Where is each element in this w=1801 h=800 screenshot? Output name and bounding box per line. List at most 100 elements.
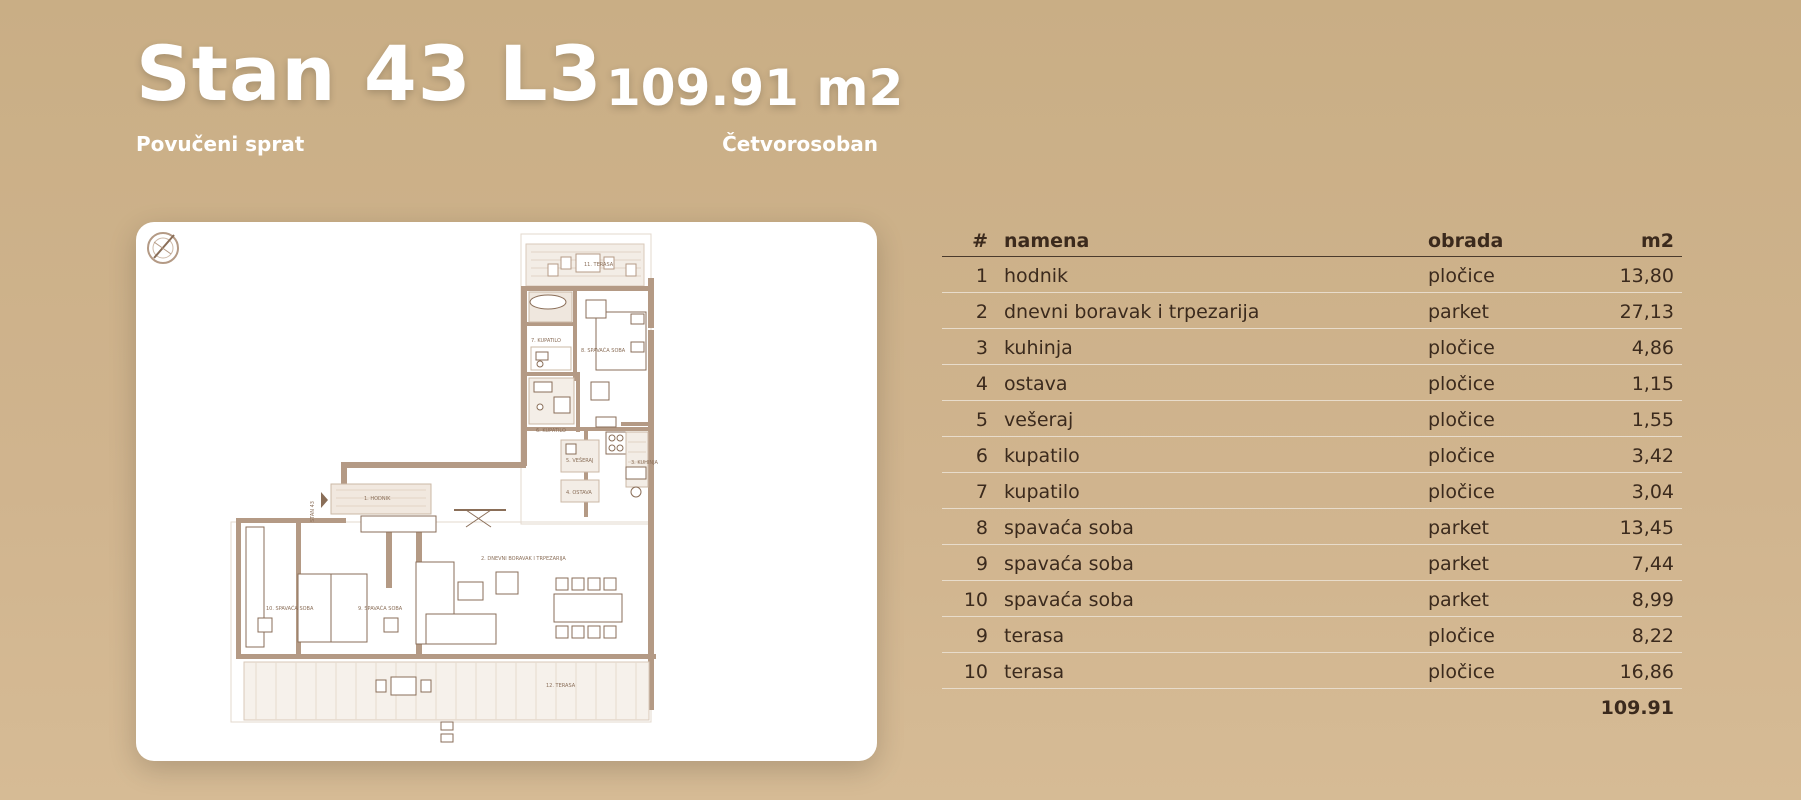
compass-icon — [147, 232, 179, 264]
table-row: 4 ostava pločice 1,15 — [942, 364, 1682, 401]
row-namena: kuhinja — [996, 328, 1420, 365]
svg-text:7. KUPATILO: 7. KUPATILO — [531, 338, 561, 344]
svg-text:3. KUHINJA: 3. KUHINJA — [631, 460, 659, 466]
row-m2: 8,22 — [1576, 616, 1682, 653]
table-row: 7 kupatilo pločice 3,04 — [942, 472, 1682, 509]
row-m2: 8,99 — [1576, 580, 1682, 617]
hallway-1: 1. HODNIK STAN 43 — [310, 483, 437, 533]
row-obrada: pločice — [1420, 616, 1576, 653]
row-num: 3 — [942, 328, 996, 365]
row-obrada: pločice — [1420, 328, 1576, 365]
row-namena: spavaća soba — [996, 508, 1420, 545]
terrace-11: 11. TERASA — [525, 243, 645, 287]
room-table: # namena obrada m2 1 hodnik pločice 13,80 2… — [942, 222, 1682, 724]
row-m2: 1,15 — [1576, 364, 1682, 401]
total-empty-obrada — [1420, 689, 1576, 725]
svg-text:6. KUPATILO: 6. KUPATILO — [536, 428, 566, 434]
row-m2: 13,80 — [1576, 256, 1682, 293]
col-header-obrada: obrada — [1420, 222, 1576, 257]
room-count-label: Četvorosoban — [722, 132, 878, 156]
row-num: 2 — [942, 292, 996, 329]
svg-text:12. TERASA: 12. TERASA — [546, 683, 576, 689]
row-m2: 3,42 — [1576, 436, 1682, 473]
row-namena: kupatilo — [996, 472, 1420, 509]
row-m2: 4,86 — [1576, 328, 1682, 365]
svg-text:5. VEŠERAJ: 5. VEŠERAJ — [566, 457, 593, 464]
row-namena: spavaća soba — [996, 580, 1420, 617]
svg-text:4. OSTAVA: 4. OSTAVA — [566, 490, 592, 496]
row-obrada: parket — [1420, 292, 1576, 329]
total-empty-namena — [996, 689, 1420, 725]
apartment-header: Stan 43 L3 109.91 m2 Povučeni sprat Četv… — [136, 28, 903, 168]
living-room-2: 2. DNEVNI BORAVAK I TRPEZARIJA — [415, 509, 623, 645]
row-obrada: pločice — [1420, 472, 1576, 509]
row-m2: 13,45 — [1576, 508, 1682, 545]
apartment-title: Stan 43 L3 — [136, 29, 603, 118]
table-row: 8 spavaća soba parket 13,45 — [942, 508, 1682, 545]
bedroom-10: 10. SPAVAĆA SOBA — [245, 526, 335, 648]
row-obrada: pločice — [1420, 400, 1576, 437]
row-num: 9 — [942, 544, 996, 581]
col-header-m2: m2 — [1576, 222, 1682, 257]
row-num: 10 — [942, 652, 996, 689]
svg-text:1. HODNIK: 1. HODNIK — [364, 496, 391, 502]
svg-text:11. TERASA: 11. TERASA — [584, 262, 614, 268]
bathroom-7: 7. KUPATILO — [528, 291, 573, 371]
row-namena: spavaća soba — [996, 544, 1420, 581]
svg-text:2. DNEVNI BORAVAK I TRPEZARIJA: 2. DNEVNI BORAVAK I TRPEZARIJA — [481, 556, 566, 562]
svg-text:9. SPAVAĆA SOBA: 9. SPAVAĆA SOBA — [358, 605, 403, 612]
row-m2: 16,86 — [1576, 652, 1682, 689]
row-m2: 3,04 — [1576, 472, 1682, 509]
terrace-12: 12. TERASA — [243, 661, 650, 743]
floor-label: Povučeni sprat — [136, 132, 305, 156]
row-namena: kupatilo — [996, 436, 1420, 473]
table-row: 1 hodnik pločice 13,80 — [942, 256, 1682, 293]
row-obrada: pločice — [1420, 436, 1576, 473]
bedroom-8: 8. SPAVAĆA SOBA — [581, 292, 647, 401]
floor-plan-card[interactable]: 11. TERASA 7. KUPATILO 6. KUPATILO 8. SP… — [136, 222, 877, 761]
row-namena: terasa — [996, 652, 1420, 689]
row-namena: vešeraj — [996, 400, 1420, 437]
floor-plan-drawing: 11. TERASA 7. KUPATILO 6. KUPATILO 8. SP… — [147, 232, 659, 743]
table-row: 10 terasa pločice 16,86 — [942, 652, 1682, 689]
row-obrada: pločice — [1420, 256, 1576, 293]
svg-text:STAN 43: STAN 43 — [310, 501, 316, 522]
row-num: 4 — [942, 364, 996, 401]
table-row: 9 terasa pločice 8,22 — [942, 616, 1682, 653]
row-num: 10 — [942, 580, 996, 617]
total-area: 109.91 — [1600, 697, 1674, 719]
table-row: 6 kupatilo pločice 3,42 — [942, 436, 1682, 473]
col-header-namena: namena — [996, 222, 1420, 257]
table-total-row: 109.91 — [942, 689, 1682, 725]
row-namena: hodnik — [996, 256, 1420, 293]
row-obrada: parket — [1420, 544, 1576, 581]
col-header-num: # — [942, 222, 996, 257]
row-namena: terasa — [996, 616, 1420, 653]
row-num: 5 — [942, 400, 996, 437]
table-header-row: # namena obrada m2 — [942, 222, 1682, 257]
row-obrada: parket — [1420, 580, 1576, 617]
row-namena: ostava — [996, 364, 1420, 401]
table-row: 9 spavaća soba parket 7,44 — [942, 544, 1682, 581]
row-obrada: pločice — [1420, 652, 1576, 689]
svg-text:8. SPAVAĆA SOBA: 8. SPAVAĆA SOBA — [581, 347, 626, 354]
bathroom-6: 6. KUPATILO — [528, 377, 575, 434]
table-row: 10 spavaća soba parket 8,99 — [942, 580, 1682, 617]
row-obrada: parket — [1420, 508, 1576, 545]
table-row: 2 dnevni boravak i trpezarija parket 27,13 — [942, 292, 1682, 329]
apartment-area: 109.91 m2 — [606, 59, 904, 117]
row-m2: 27,13 — [1576, 292, 1682, 329]
total-empty-num — [942, 689, 996, 725]
row-num: 9 — [942, 616, 996, 653]
row-num: 7 — [942, 472, 996, 509]
row-m2: 7,44 — [1576, 544, 1682, 581]
table-row: 5 vešeraj pločice 1,55 — [942, 400, 1682, 437]
room-table-wrapper: # namena obrada m2 1 hodnik pločice 13,80 2… — [942, 222, 1682, 724]
row-num: 8 — [942, 508, 996, 545]
row-namena: dnevni boravak i trpezarija — [996, 292, 1420, 329]
bedroom-9: 9. SPAVAĆA SOBA — [330, 573, 403, 643]
row-num: 1 — [942, 256, 996, 293]
row-num: 6 — [942, 436, 996, 473]
row-obrada: pločice — [1420, 364, 1576, 401]
table-row: 3 kuhinja pločice 4,86 — [942, 328, 1682, 365]
